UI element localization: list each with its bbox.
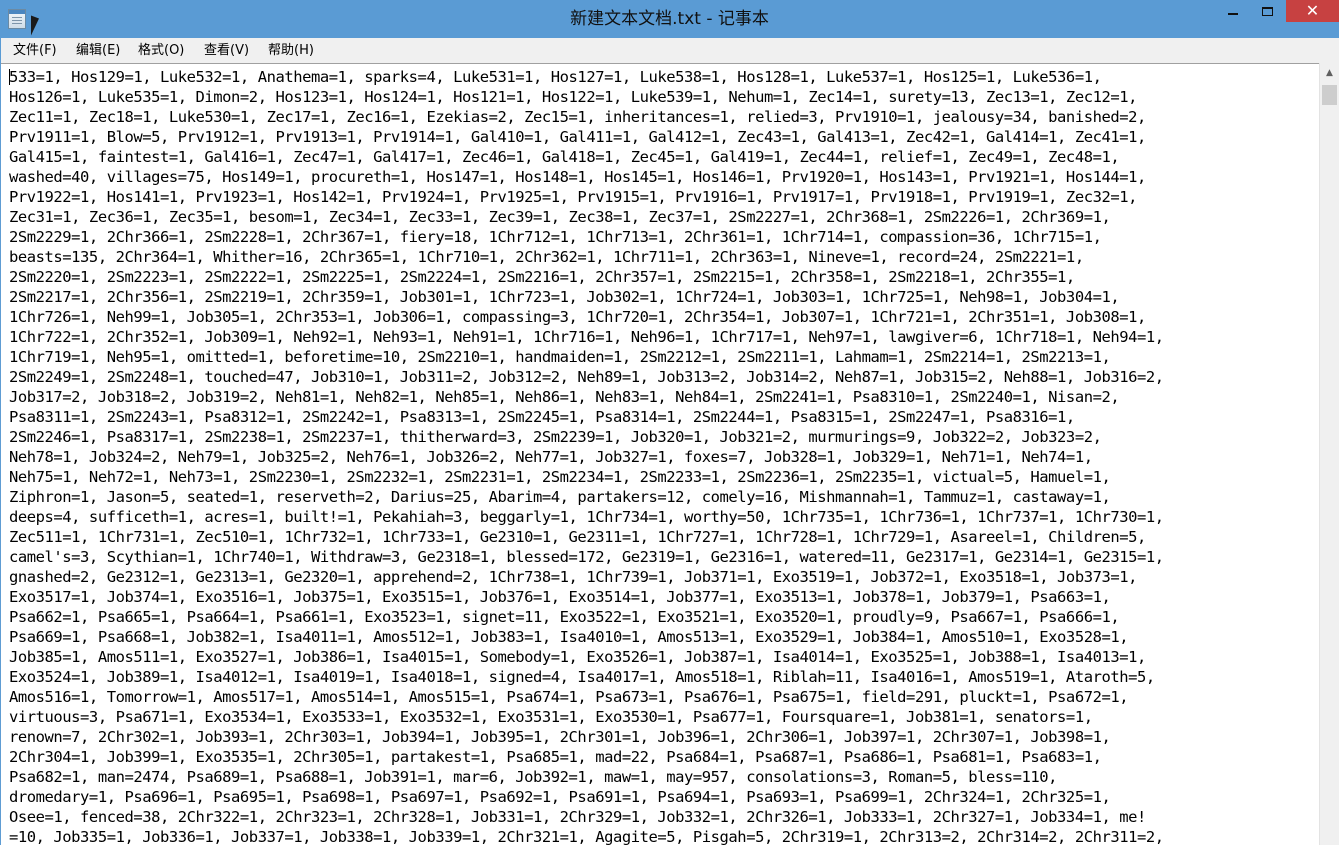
editor-content[interactable]: 533=1, Hos129=1, Luke532=1, Anathema=1, … <box>9 67 1164 845</box>
menu-view[interactable]: 查看(V) <box>204 38 249 63</box>
text-line: virtuous=3, Psa671=1, Exo3534=1, Exo3533… <box>9 708 1093 726</box>
text-caret <box>9 69 10 85</box>
window-title: 新建文本文档.txt - 记事本 <box>570 9 769 29</box>
menu-help[interactable]: 帮助(H) <box>268 38 314 63</box>
vertical-scrollbar[interactable]: ▲ <box>1319 63 1339 845</box>
text-line: Psa8311=1, 2Sm2243=1, Psa8312=1, 2Sm2242… <box>9 408 1075 426</box>
text-line: Job317=2, Job318=2, Job319=2, Neh81=1, N… <box>9 388 1120 406</box>
text-line: 2Sm2217=1, 2Chr356=1, 2Sm2219=1, 2Chr359… <box>9 288 1120 306</box>
text-editor[interactable]: 533=1, Hos129=1, Luke532=1, Anathema=1, … <box>1 63 1319 845</box>
text-line: 1Chr722=1, 2Chr352=1, Job309=1, Neh92=1,… <box>9 328 1164 346</box>
minimize-icon <box>1228 13 1238 15</box>
text-line: Psa669=1, Psa668=1, Job382=1, Isa4011=1,… <box>9 628 1129 646</box>
text-line: 533=1, Hos129=1, Luke532=1, Anathema=1, … <box>9 68 1102 86</box>
scroll-thumb[interactable] <box>1322 85 1337 105</box>
text-line: 1Chr726=1, Neh99=1, Job305=1, 2Chr353=1,… <box>9 308 1146 326</box>
text-line: renown=7, 2Chr302=1, Job393=1, 2Chr303=1… <box>9 728 1111 746</box>
text-line: deeps=4, sufficeth=1, acres=1, built!=1,… <box>9 508 1164 526</box>
text-line: 2Sm2220=1, 2Sm2223=1, 2Sm2222=1, 2Sm2225… <box>9 268 1075 286</box>
mouse-pointer-icon <box>31 15 39 39</box>
title-bar[interactable]: 新建文本文档.txt - 记事本 ✕ <box>0 0 1339 39</box>
text-line: Job385=1, Amos511=1, Exo3527=1, Job386=1… <box>9 648 1146 666</box>
maximize-button[interactable] <box>1246 0 1288 22</box>
text-line: Prv1922=1, Hos141=1, Prv1923=1, Hos142=1… <box>9 188 1137 206</box>
text-line: Exo3524=1, Job389=1, Isa4012=1, Isa4019=… <box>9 668 1155 686</box>
text-line: camel's=3, Scythian=1, 1Chr740=1, Withdr… <box>9 548 1164 566</box>
close-icon: ✕ <box>1305 1 1320 20</box>
text-line: Hos126=1, Luke535=1, Dimon=2, Hos123=1, … <box>9 88 1137 106</box>
text-line: 2Sm2249=1, 2Sm2248=1, touched=47, Job310… <box>9 368 1164 386</box>
text-line: Zec31=1, Zec36=1, Zec35=1, besom=1, Zec3… <box>9 208 1111 226</box>
text-line: Zec11=1, Zec18=1, Luke530=1, Zec17=1, Ze… <box>9 108 1146 126</box>
notepad-window: 新建文本文档.txt - 记事本 ✕ 文件(F) 编辑(E) 格式(O) 查看(… <box>0 0 1339 845</box>
text-line: Neh75=1, Neh72=1, Neh73=1, 2Sm2230=1, 2S… <box>9 468 1111 486</box>
menu-edit[interactable]: 编辑(E) <box>76 38 120 63</box>
close-button[interactable]: ✕ <box>1286 0 1339 22</box>
text-line: 2Chr304=1, Job399=1, Exo3535=1, 2Chr305=… <box>9 748 1102 766</box>
text-line: 2Sm2229=1, 2Chr366=1, 2Sm2228=1, 2Chr367… <box>9 228 1102 246</box>
text-line: Exo3517=1, Job374=1, Exo3516=1, Job375=1… <box>9 588 1111 606</box>
maximize-icon <box>1261 6 1273 16</box>
text-line: Osee=1, fenced=38, 2Chr322=1, 2Chr323=1,… <box>9 808 1146 826</box>
text-line: dromedary=1, Psa696=1, Psa695=1, Psa698=… <box>9 788 1111 806</box>
text-line: 1Chr719=1, Neh95=1, omitted=1, beforetim… <box>9 348 1111 366</box>
text-line: gnashed=2, Ge2312=1, Ge2313=1, Ge2320=1,… <box>9 568 1137 586</box>
text-line: 2Sm2246=1, Psa8317=1, 2Sm2238=1, 2Sm2237… <box>9 428 1102 446</box>
menu-file[interactable]: 文件(F) <box>13 38 57 63</box>
text-line: Psa682=1, man=2474, Psa689=1, Psa688=1, … <box>9 768 1058 786</box>
text-line: Gal415=1, faintest=1, Gal416=1, Zec47=1,… <box>9 148 1120 166</box>
text-line: washed=40, villages=75, Hos149=1, procur… <box>9 168 1146 186</box>
text-line: Prv1911=1, Blow=5, Prv1912=1, Prv1913=1,… <box>9 128 1146 146</box>
text-line: Psa662=1, Psa665=1, Psa664=1, Psa661=1, … <box>9 608 1120 626</box>
text-line: Ziphron=1, Jason=5, seated=1, reserveth=… <box>9 488 1111 506</box>
text-line: Amos516=1, Tomorrow=1, Amos517=1, Amos51… <box>9 688 1129 706</box>
text-line: beasts=135, 2Chr364=1, Whither=16, 2Chr3… <box>9 248 1084 266</box>
text-line: Zec511=1, 1Chr731=1, Zec510=1, 1Chr732=1… <box>9 528 1146 546</box>
text-line: Neh78=1, Job324=2, Neh79=1, Job325=2, Ne… <box>9 448 1093 466</box>
scroll-up-arrow-icon[interactable]: ▲ <box>1320 63 1339 83</box>
menu-format[interactable]: 格式(O) <box>138 38 184 63</box>
text-line: =10, Job335=1, Job336=1, Job337=1, Job33… <box>9 828 1164 845</box>
menu-bar: 文件(F) 编辑(E) 格式(O) 查看(V) 帮助(H) <box>0 38 1339 63</box>
